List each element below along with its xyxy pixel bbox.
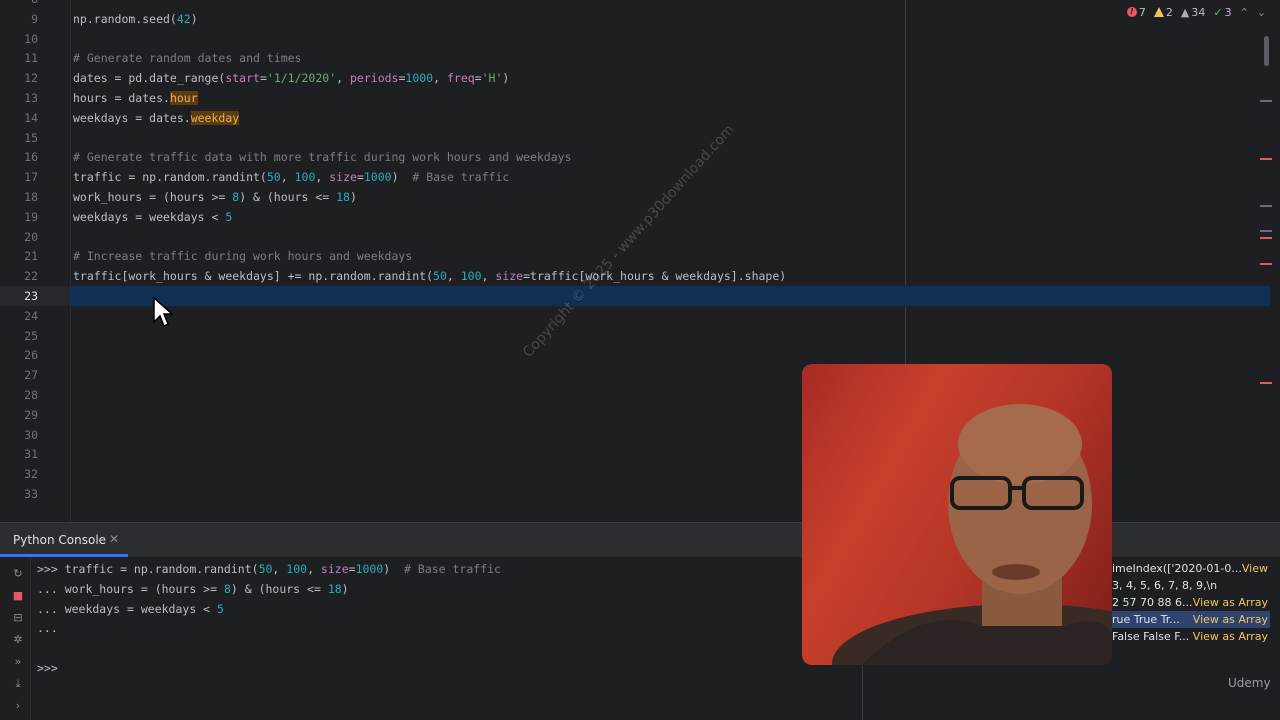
code-line[interactable]: 23 [0, 286, 1270, 306]
line-number: 30 [24, 427, 38, 442]
code-text: traffic = np.random.randint(50, 100, siz… [73, 170, 510, 185]
console-line: ... weekdays = weekdays < 5 [37, 601, 224, 616]
stop-icon[interactable]: ■ [11, 589, 25, 603]
variable-value: 2 57 70 88 6... [1112, 596, 1193, 609]
line-number: 29 [24, 407, 38, 422]
line-number: 9 [31, 11, 38, 26]
variable-value: False False F... [1112, 630, 1190, 643]
line-number: 19 [24, 209, 38, 224]
line-number: 16 [24, 150, 38, 165]
line-number: 11 [24, 51, 38, 66]
code-line[interactable]: 17 traffic = np.random.randint(50, 100, s… [0, 167, 1258, 187]
line-number: 10 [24, 31, 38, 46]
console-line: >>> [37, 661, 58, 675]
code-text: # Increase traffic during work hours and… [73, 249, 413, 264]
line-number: 25 [24, 328, 38, 343]
line-number: 17 [24, 170, 38, 185]
chevron-down-icon[interactable]: ⌄ [1257, 6, 1266, 19]
code-line[interactable]: 12 dates = pd.date_range(start='1/1/2020'… [0, 68, 1258, 88]
code-line[interactable]: 13 hours = dates.hour [0, 88, 1258, 108]
line-number: 27 [24, 368, 38, 383]
line-number: 33 [24, 487, 38, 501]
debug-icon[interactable]: ✲ [11, 633, 25, 647]
console-line: ... work_hours = (hours >= 8) & (hours <… [37, 581, 349, 596]
tab-python-console[interactable]: Python Console [0, 523, 129, 557]
console-tool-strip: ↻ ■ ⊟ ✲ » ⤓ › [0, 557, 31, 720]
scroll-end-icon[interactable]: ⤓ [11, 677, 25, 691]
line-number: 18 [24, 190, 38, 204]
instructor-portrait [832, 404, 1112, 665]
expand-icon[interactable]: » [11, 655, 25, 669]
line-number: 23 [24, 289, 38, 303]
more-icon[interactable]: › [11, 699, 25, 713]
rerun-icon[interactable]: ↻ [11, 567, 25, 581]
error-marker [1260, 382, 1272, 384]
code-line[interactable]: 10 [0, 29, 1258, 49]
scroll-marker [1260, 205, 1272, 207]
code-line[interactable]: 25 [0, 326, 1258, 346]
line-number: 32 [24, 467, 38, 482]
view-as-array-link[interactable]: View [1242, 560, 1268, 577]
code-text: np.random.seed(42) [73, 11, 198, 26]
code-line[interactable]: 8 [0, 0, 1258, 9]
line-number: 14 [24, 110, 38, 125]
code-line[interactable]: 15 [0, 128, 1258, 148]
scroll-marker [1260, 230, 1272, 232]
line-number: 8 [0, 0, 38, 9]
line-number: 24 [24, 308, 38, 323]
line-number: 31 [24, 447, 38, 462]
line-number: 13 [24, 91, 38, 105]
scroll-marker [1260, 100, 1272, 102]
tab-label: Python Console [13, 533, 107, 547]
variable-value: 3, 4, 5, 6, 7, 8, 9,\n [1112, 579, 1218, 592]
line-number: 15 [24, 130, 38, 145]
variable-row[interactable]: imeIndex(['2020-01-0... View [1112, 560, 1270, 577]
scrollbar-thumb[interactable] [1264, 36, 1269, 66]
variable-value: rue True Tr... [1112, 613, 1180, 626]
line-number: 28 [24, 388, 38, 402]
code-text: # Generate random dates and times [73, 51, 302, 66]
code-text: work_hours = (hours >= 8) & (hours <= 18… [73, 190, 357, 204]
code-line[interactable]: 22 traffic[work_hours & weekdays] += np.r… [0, 266, 1258, 286]
line-number: 22 [24, 269, 38, 284]
line-number: 21 [24, 249, 38, 264]
variable-row[interactable]: 2 57 70 88 6... View as Array [1112, 594, 1270, 611]
code-text: # Generate traffic data with more traffi… [73, 150, 572, 165]
view-as-array-link[interactable]: View as Array [1193, 594, 1268, 611]
error-marker [1260, 237, 1272, 239]
error-marker [1260, 158, 1272, 160]
code-line[interactable]: 18 work_hours = (hours >= 8) & (hours <= … [0, 187, 1258, 207]
code-line[interactable]: 14 weekdays = dates.weekday [0, 108, 1258, 128]
code-line[interactable]: 24 [0, 306, 1258, 326]
view-as-array-link[interactable]: View as Array [1193, 628, 1268, 645]
line-number: 20 [24, 229, 38, 244]
code-line[interactable]: 9 np.random.seed(42) [0, 9, 1258, 29]
variables-icon[interactable]: ⊟ [11, 611, 25, 625]
code-line[interactable]: 11 # Generate random dates and times [0, 48, 1258, 68]
current-line-highlight [70, 286, 1270, 306]
code-line[interactable]: 26 [0, 345, 1258, 365]
instructor-webcam [802, 364, 1112, 665]
code-text: dates = pd.date_range(start='1/1/2020', … [73, 71, 510, 86]
variable-row[interactable]: 3, 4, 5, 6, 7, 8, 9,\n [1112, 577, 1270, 594]
mouse-pointer-icon [153, 296, 174, 328]
variable-row[interactable]: rue True Tr... View as Array [1112, 611, 1270, 628]
code-text: weekdays = weekdays < 5 [73, 209, 233, 224]
line-number: 12 [24, 71, 38, 86]
variable-row[interactable]: False False F... View as Array [1112, 628, 1270, 645]
variable-value: imeIndex(['2020-01-0... [1112, 562, 1242, 575]
console-line: ... [37, 621, 58, 636]
variables-panel[interactable]: imeIndex(['2020-01-0... View 3, 4, 5, 6, 7… [1112, 560, 1270, 645]
console-line: >>> traffic = np.random.randint(50, 100,… [37, 562, 501, 576]
udemy-logo: Udemy [1228, 676, 1271, 690]
view-as-array-link[interactable]: View as Array [1193, 611, 1268, 628]
code-line[interactable]: 16 # Generate traffic data with more traf… [0, 147, 1258, 167]
code-line[interactable]: 19 weekdays = weekdays < 5 [0, 207, 1258, 227]
code-text: traffic[work_hours & weekdays] += np.ran… [73, 269, 787, 284]
code-text: weekdays = dates.weekday [73, 110, 240, 125]
close-icon[interactable]: ✕ [109, 532, 119, 546]
line-number: 26 [24, 348, 38, 363]
code-text: hours = dates.hour [73, 91, 198, 105]
error-marker [1260, 263, 1272, 265]
